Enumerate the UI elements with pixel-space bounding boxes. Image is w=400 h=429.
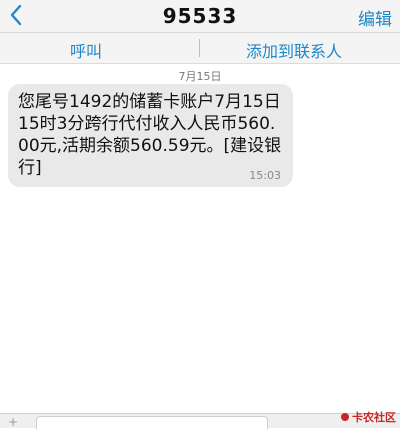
message-text: 您尾号1492的储蓄卡账户7月15日15时3分跨行代付收入人民币560.00元,… [18,92,282,178]
edit-button[interactable]: 编辑 [358,5,392,30]
add-to-contacts-button[interactable]: 添加到联系人 [246,38,342,62]
watermark: 卡农社区 [340,409,396,425]
top-bar: 95533 编辑 [0,0,400,33]
call-button[interactable]: 呼叫 [70,38,102,62]
message-time: 15:03 [249,169,281,182]
watermark-text: 卡农社区 [352,411,396,424]
action-divider [199,39,200,57]
page-title: 95533 [162,4,238,28]
composer-attach-icon[interactable]: + [8,415,18,429]
action-bar: 呼叫 添加到联系人 [0,33,400,64]
composer-bar: + 卡农社区 [0,411,400,429]
message-date: 7月15日 [178,70,222,83]
message-input[interactable] [36,416,268,429]
watermark-logo-icon [341,413,349,421]
message-bubble[interactable]: 您尾号1492的储蓄卡账户7月15日15时3分跨行代付收入人民币560.00元,… [8,84,293,187]
